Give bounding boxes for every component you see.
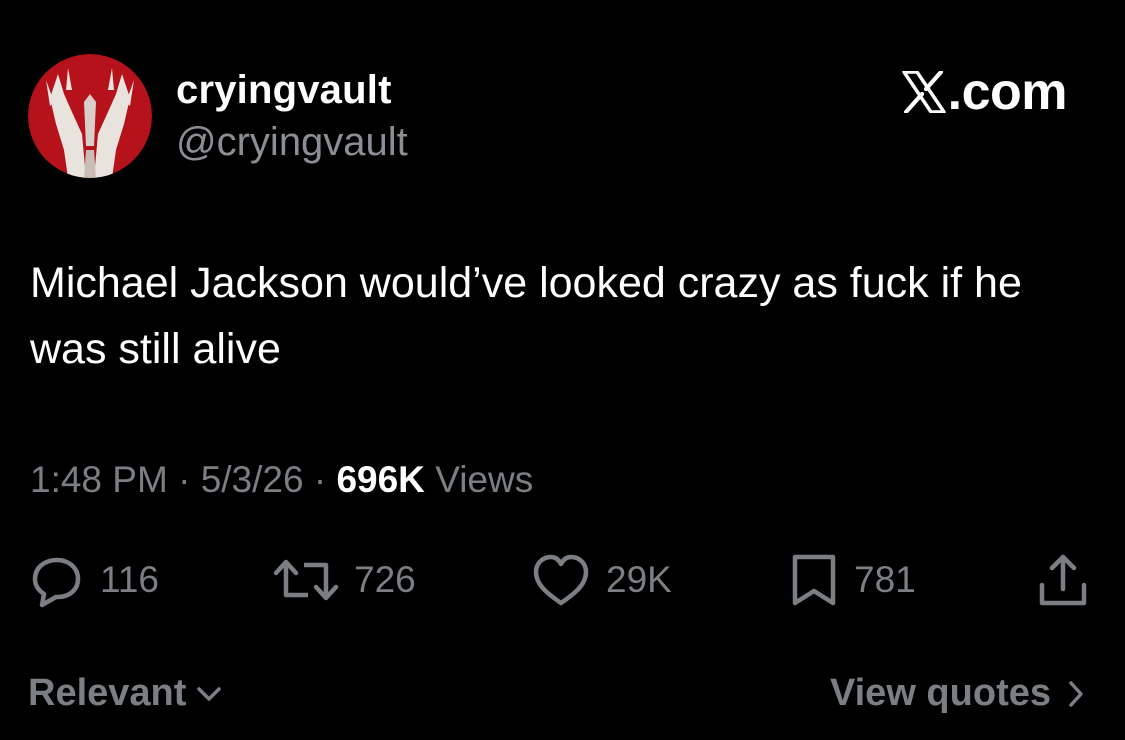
view-quotes-link[interactable]: View quotes — [830, 672, 1085, 715]
share-icon — [1039, 554, 1087, 606]
like-button[interactable]: 29K — [530, 548, 672, 612]
bookmark-button[interactable]: 781 — [788, 548, 916, 612]
avatar[interactable] — [28, 54, 152, 178]
author-handle[interactable]: @cryingvault — [176, 118, 408, 166]
repost-count: 726 — [354, 559, 416, 600]
tweet-text: Michael Jackson would’ve looked crazy as… — [30, 259, 1022, 373]
repost-icon — [273, 559, 339, 601]
tweet-time[interactable]: 1:48 PM — [30, 459, 168, 500]
reply-icon — [32, 557, 81, 608]
sort-label: Relevant — [28, 672, 187, 714]
views-label: Views — [435, 459, 534, 500]
bookmark-icon — [792, 554, 836, 606]
heart-icon — [533, 554, 589, 606]
x-logo-icon — [901, 71, 946, 113]
chevron-right-icon — [1069, 680, 1083, 707]
tweet-actions: 116 726 29K 781 — [28, 548, 1094, 612]
praying-hands-icon — [28, 54, 152, 178]
tweet-meta: 1:48 PM · 5/3/26 · 696K Views — [30, 456, 533, 504]
meta-separator: · — [313, 459, 327, 500]
x-com-brand: .com — [901, 62, 1068, 122]
chevron-down-icon — [197, 686, 222, 701]
meta-separator: · — [178, 459, 191, 500]
share-button[interactable] — [1034, 548, 1092, 612]
reply-count: 116 — [100, 559, 159, 600]
view-quotes-label: View quotes — [829, 672, 1051, 714]
sort-dropdown[interactable]: Relevant — [28, 672, 222, 715]
bookmark-count: 781 — [854, 559, 916, 600]
tweet-date[interactable]: 5/3/26 — [201, 459, 304, 500]
author-display-name[interactable]: cryingvault — [176, 66, 392, 114]
like-count: 29K — [606, 559, 672, 600]
repost-button[interactable]: 726 — [272, 548, 416, 612]
views-count: 696K — [336, 459, 425, 500]
reply-button[interactable]: 116 — [28, 548, 159, 612]
brand-text: .com — [947, 63, 1068, 121]
